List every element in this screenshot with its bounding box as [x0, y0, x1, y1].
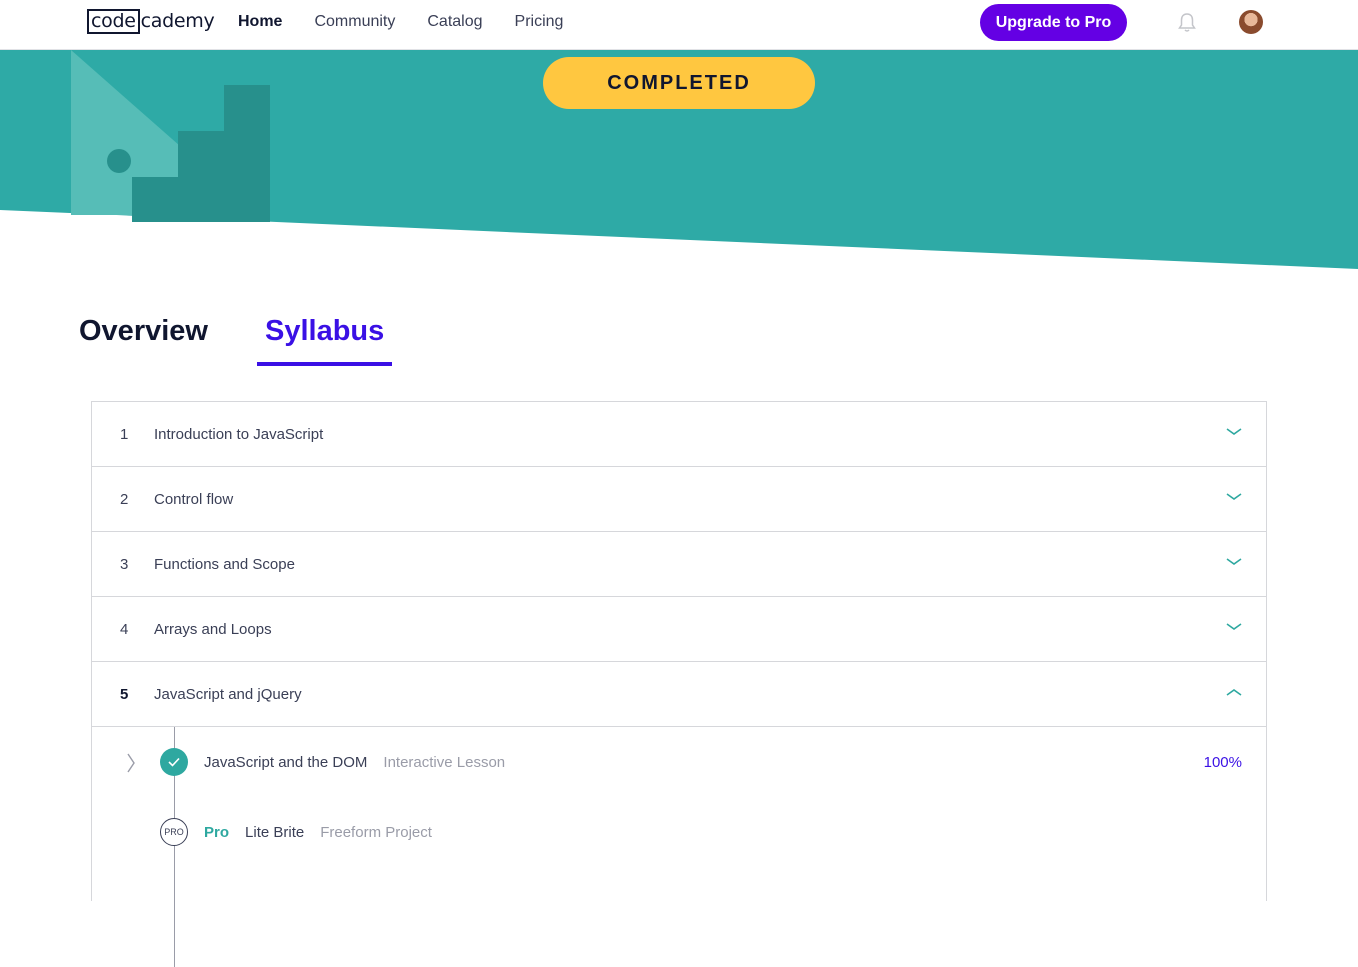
- pro-label: Pro: [204, 823, 230, 841]
- nav-home[interactable]: Home: [238, 13, 282, 31]
- module-row[interactable]: 3 Functions and Scope: [92, 532, 1266, 597]
- project-item[interactable]: PRO Pro Lite Brite Freeform Project: [92, 812, 1266, 852]
- pro-badge-icon: PRO: [160, 818, 188, 846]
- chevron-down-icon[interactable]: [1226, 622, 1242, 632]
- lesson-progress: 100%: [1203, 753, 1242, 771]
- module-content: JavaScript and the DOM Interactive Lesson…: [92, 727, 1266, 967]
- module-row-expanded[interactable]: 5 JavaScript and jQuery: [92, 662, 1266, 727]
- project-title-group: Pro Lite Brite Freeform Project: [204, 824, 432, 841]
- project-title: Lite Brite: [245, 823, 305, 841]
- main-nav: Home Community Catalog Pricing: [238, 13, 563, 31]
- course-tabs: Overview Syllabus: [79, 315, 393, 366]
- module-title: Functions and Scope: [154, 555, 295, 573]
- syllabus-list: 1 Introduction to JavaScript 2 Control f…: [91, 401, 1267, 967]
- lesson-type: Interactive Lesson: [383, 753, 506, 771]
- module-row[interactable]: 4 Arrays and Loops: [92, 597, 1266, 662]
- module-title: Control flow: [154, 490, 234, 508]
- user-avatar[interactable]: [1239, 10, 1263, 34]
- lesson-item[interactable]: JavaScript and the DOM Interactive Lesson…: [92, 742, 1266, 782]
- nav-catalog[interactable]: Catalog: [427, 13, 482, 31]
- module-title: JavaScript and jQuery: [154, 685, 302, 703]
- chevron-down-icon[interactable]: [1226, 492, 1242, 502]
- tab-overview[interactable]: Overview: [79, 315, 216, 366]
- module-number: 3: [120, 555, 129, 573]
- chevron-up-icon[interactable]: [1226, 687, 1242, 697]
- lesson-title: JavaScript and the DOM: [204, 753, 368, 771]
- module-number: 1: [120, 425, 129, 443]
- project-type: Freeform Project: [320, 823, 432, 841]
- codecademy-logo[interactable]: code cademy: [87, 8, 215, 34]
- module-number: 5: [120, 685, 129, 703]
- logo-cademy: cademy: [140, 10, 215, 32]
- completed-badge: COMPLETED: [543, 57, 815, 109]
- logo-code: code: [87, 8, 140, 34]
- top-navigation: code cademy Home Community Catalog Prici…: [0, 0, 1358, 50]
- module-title: Arrays and Loops: [154, 620, 272, 638]
- chevron-down-icon[interactable]: [1226, 557, 1242, 567]
- module-number: 2: [120, 490, 129, 508]
- notification-bell-icon[interactable]: [1176, 11, 1198, 33]
- nav-pricing[interactable]: Pricing: [515, 13, 564, 31]
- tab-syllabus[interactable]: Syllabus: [256, 315, 393, 366]
- chevron-right-icon[interactable]: [126, 753, 136, 773]
- completed-check-icon: [160, 748, 188, 776]
- chevron-down-icon[interactable]: [1226, 427, 1242, 437]
- module-number: 4: [120, 620, 129, 638]
- module-row[interactable]: 2 Control flow: [92, 467, 1266, 532]
- module-row[interactable]: 1 Introduction to JavaScript: [92, 402, 1266, 467]
- module-title: Introduction to JavaScript: [154, 425, 324, 443]
- lesson-title-group: JavaScript and the DOM Interactive Lesson: [204, 754, 505, 771]
- upgrade-to-pro-button[interactable]: Upgrade to Pro: [980, 4, 1127, 41]
- nav-community[interactable]: Community: [314, 13, 395, 31]
